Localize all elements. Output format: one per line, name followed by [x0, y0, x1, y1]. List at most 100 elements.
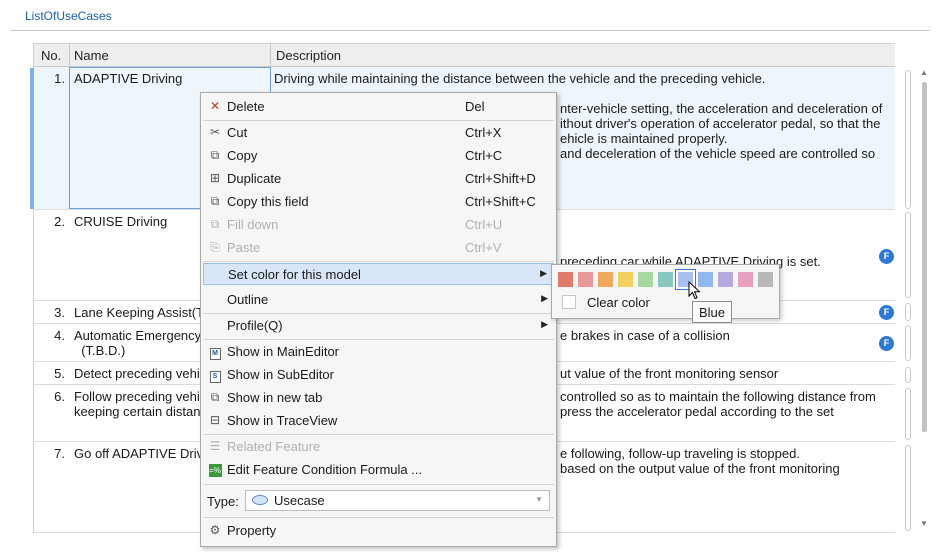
- type-select[interactable]: Usecase ▼: [245, 490, 550, 511]
- menu-item-label: Property: [227, 523, 277, 538]
- menu-separator: [203, 313, 554, 314]
- menu-item-show-trace-view[interactable]: ⊟ Show in TraceView: [203, 410, 554, 432]
- row-scrollbar[interactable]: [905, 70, 911, 209]
- menu-item-show-new-tab[interactable]: ⧉ Show in new tab: [203, 387, 554, 409]
- header-separator[interactable]: [270, 44, 271, 68]
- menu-item-outline[interactable]: Outline ▶: [203, 289, 554, 311]
- menu-shortcut: Ctrl+U: [465, 217, 503, 232]
- copy-icon: ⧉: [210, 148, 220, 162]
- menu-item-show-main-editor[interactable]: M Show in MainEditor: [203, 341, 554, 363]
- color-swatch[interactable]: [558, 272, 573, 287]
- new-tab-icon: ⧉: [210, 390, 220, 404]
- row-scrollbar[interactable]: [905, 445, 911, 531]
- description-line: Driving while maintaining the distance b…: [274, 71, 766, 86]
- feature-badge-icon[interactable]: F: [879, 249, 894, 264]
- clear-color-label[interactable]: Clear color: [587, 295, 650, 310]
- menu-item-property[interactable]: ⚙ Property: [203, 520, 554, 542]
- menu-shortcut: Ctrl+Shift+D: [465, 171, 536, 186]
- menu-item-delete[interactable]: ✕ Delete Del: [203, 96, 554, 118]
- delete-x-icon: ✕: [209, 99, 221, 113]
- menu-item-duplicate[interactable]: ⊞ Duplicate Ctrl+Shift+D: [203, 168, 554, 190]
- scroll-down-icon[interactable]: ▼: [920, 519, 928, 528]
- menu-item-label: Show in SubEditor: [227, 367, 334, 382]
- menu-item-profile[interactable]: Profile(Q) ▶: [203, 315, 554, 337]
- menu-separator: [203, 120, 554, 121]
- header-no[interactable]: No.: [41, 48, 61, 63]
- menu-separator: [203, 261, 554, 262]
- menu-item-label: Copy: [227, 148, 258, 163]
- sub-editor-icon: S: [208, 367, 222, 383]
- menu-item-edit-formula[interactable]: =% Edit Feature Condition Formula ...: [203, 459, 554, 481]
- row-number: 5.: [54, 366, 65, 381]
- color-swatch[interactable]: [758, 272, 773, 287]
- color-swatch[interactable]: [598, 272, 613, 287]
- type-value: Usecase: [274, 493, 325, 508]
- menu-item-label: Set color for this model: [228, 267, 361, 282]
- menu-item-label: Show in MainEditor: [227, 344, 339, 359]
- feature-badge-icon[interactable]: F: [879, 305, 894, 320]
- menu-shortcut: Del: [465, 99, 485, 114]
- menu-separator: [203, 484, 554, 485]
- menu-item-show-sub-editor[interactable]: S Show in SubEditor: [203, 364, 554, 386]
- menu-item-label: Edit Feature Condition Formula ...: [227, 462, 423, 477]
- menu-item-label: Copy this field: [227, 194, 309, 209]
- menu-item-related-feature[interactable]: ☰ Related Feature: [203, 436, 554, 458]
- menu-shortcut: Ctrl+Shift+C: [465, 194, 536, 209]
- menu-item-label: Cut: [227, 125, 248, 140]
- header-separator[interactable]: [69, 44, 70, 68]
- header-name[interactable]: Name: [74, 48, 109, 63]
- scissors-icon: ✂: [209, 125, 221, 139]
- menu-separator: [203, 517, 554, 518]
- menu-item-label: Paste: [227, 240, 261, 255]
- color-swatch[interactable]: [718, 272, 733, 287]
- usecase-oval-icon: [252, 495, 268, 505]
- table-header: No. Name Description: [34, 43, 895, 68]
- row-number: 3.: [54, 305, 65, 320]
- menu-item-label: Duplicate: [227, 171, 282, 186]
- submenu-arrow-icon: ▶: [541, 319, 548, 329]
- row-scrollbar[interactable]: [905, 303, 911, 321]
- menu-item-copy[interactable]: ⧉ Copy Ctrl+C: [203, 145, 554, 167]
- color-swatch[interactable]: [658, 272, 673, 287]
- main-editor-icon: M: [208, 344, 222, 360]
- clear-color-checkbox[interactable]: [562, 295, 576, 309]
- feature-badge-icon[interactable]: F: [879, 336, 894, 351]
- row-scrollbar[interactable]: [905, 212, 911, 298]
- menu-item-label: Related Feature: [227, 439, 321, 454]
- duplicate-icon: ⊞: [209, 171, 221, 185]
- menu-separator: [203, 339, 554, 340]
- color-swatch[interactable]: [578, 272, 593, 287]
- row-number: 6.: [54, 389, 65, 404]
- property-icon: ⚙: [209, 523, 221, 537]
- header-description[interactable]: Description: [276, 48, 341, 63]
- submenu-arrow-icon: ▶: [540, 268, 547, 278]
- scrollbar-thumb[interactable]: [922, 82, 927, 432]
- row-name[interactable]: ADAPTIVE Driving: [74, 71, 266, 86]
- menu-separator: [203, 434, 554, 435]
- menu-shortcut: Ctrl+V: [465, 240, 502, 255]
- menu-shortcut: Ctrl+X: [465, 125, 502, 140]
- color-swatch[interactable]: [638, 272, 653, 287]
- selected-row-indicator: [30, 68, 34, 209]
- menu-item-paste[interactable]: ⎘ Paste Ctrl+V: [203, 237, 554, 259]
- row-scrollbar[interactable]: [905, 325, 911, 361]
- menu-item-label: Outline: [227, 292, 269, 307]
- menu-item-cut[interactable]: ✂ Cut Ctrl+X: [203, 122, 554, 144]
- menu-item-set-color[interactable]: Set color for this model ▶: [203, 263, 554, 285]
- menu-item-copy-field[interactable]: ⧉ Copy this field Ctrl+Shift+C: [203, 191, 554, 213]
- page-title[interactable]: ListOfUseCases: [25, 9, 112, 23]
- vertical-scrollbar[interactable]: ▲ ▼: [919, 68, 929, 528]
- scroll-up-icon[interactable]: ▲: [920, 68, 928, 77]
- row-scrollbar[interactable]: [905, 388, 911, 440]
- trace-view-icon: ⊟: [209, 413, 221, 427]
- menu-item-fill-down[interactable]: ⧉ Fill down Ctrl+U: [203, 214, 554, 236]
- color-swatch[interactable]: [738, 272, 753, 287]
- menu-shortcut: Ctrl+C: [465, 148, 503, 163]
- chevron-down-icon[interactable]: ▼: [535, 495, 543, 504]
- context-menu: ✕ Delete Del ✂ Cut Ctrl+X ⧉ Copy Ctrl+C …: [200, 92, 557, 547]
- row-number: 4.: [54, 328, 65, 343]
- color-swatch[interactable]: [618, 272, 633, 287]
- row-scrollbar[interactable]: [905, 367, 911, 383]
- menu-item-label: Show in TraceView: [227, 413, 338, 428]
- menu-item-label: Delete: [227, 99, 265, 114]
